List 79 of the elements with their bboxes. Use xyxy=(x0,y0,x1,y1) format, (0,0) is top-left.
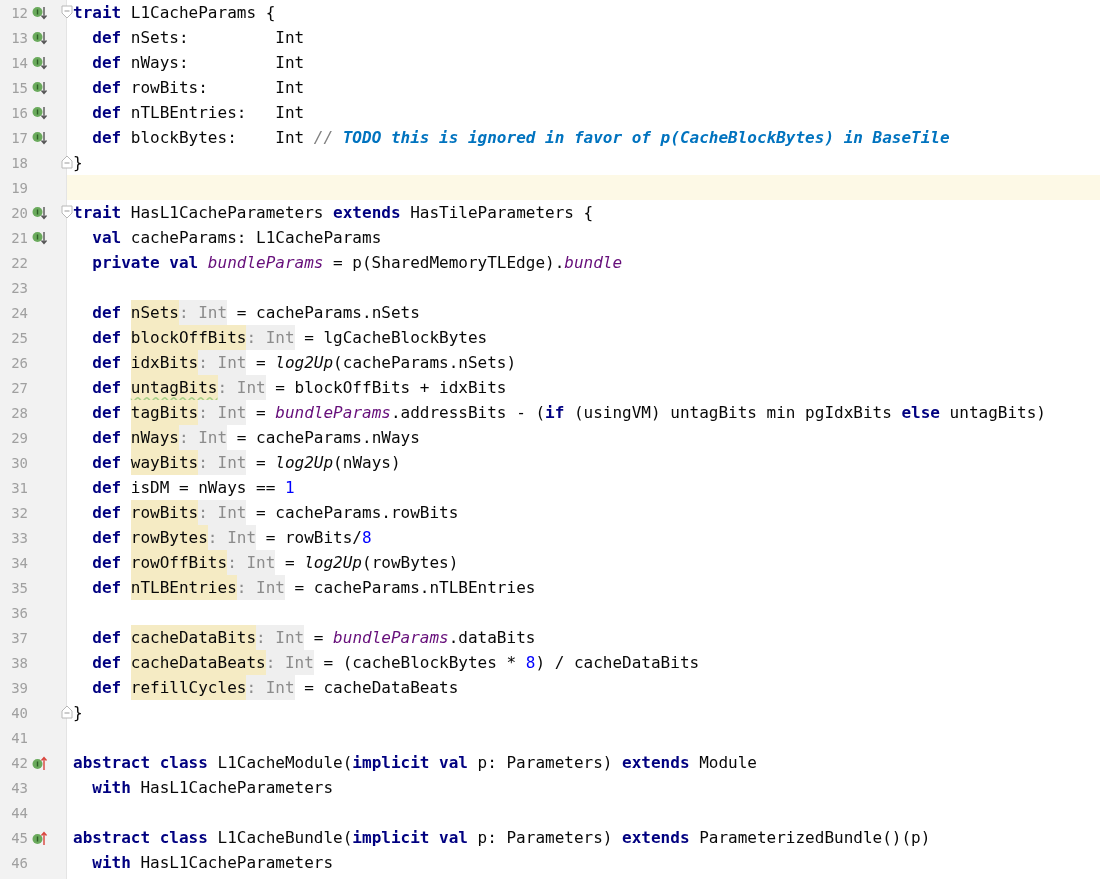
code-line: def refillCycles: Int = cacheDataBeats xyxy=(73,675,459,700)
dot-up-arrow-icon[interactable] xyxy=(32,754,48,771)
line-number: 18 xyxy=(10,154,28,171)
dot-down-arrow-icon[interactable] xyxy=(32,129,48,146)
line-number: 43 xyxy=(10,779,28,796)
line-number: 36 xyxy=(10,604,28,621)
fold-marker-icon[interactable] xyxy=(61,5,73,19)
dot-up-arrow-icon[interactable] xyxy=(32,829,48,846)
line-number: 20 xyxy=(10,204,28,221)
line-number: 38 xyxy=(10,654,28,671)
line-number: 13 xyxy=(10,29,28,46)
line-number: 44 xyxy=(10,804,28,821)
line-number: 40 xyxy=(10,704,28,721)
dot-down-arrow-icon[interactable] xyxy=(32,54,48,71)
fold-marker-icon[interactable] xyxy=(61,705,73,719)
line-number: 26 xyxy=(10,354,28,371)
line-number: 31 xyxy=(10,479,28,496)
code-line: def rowOffBits: Int = log2Up(rowBytes) xyxy=(73,550,459,575)
code-line: def nWays: Int = cacheParams.nWays xyxy=(73,425,420,450)
line-number: 29 xyxy=(10,429,28,446)
code-line: def rowBits: Int xyxy=(91,77,305,99)
code-line: val cacheParams: L1CacheParams xyxy=(91,227,382,249)
dot-down-arrow-icon[interactable] xyxy=(32,229,48,246)
line-number: 41 xyxy=(10,729,28,746)
line-number: 23 xyxy=(10,279,28,296)
dot-down-arrow-icon[interactable] xyxy=(32,204,48,221)
code-line: trait L1CacheParams { xyxy=(73,2,276,24)
code-line: } xyxy=(73,702,83,724)
fold-marker-icon[interactable] xyxy=(61,155,73,169)
line-number: 14 xyxy=(10,54,28,71)
code-line: private val bundleParams = p(SharedMemoryTLEdge).bundle xyxy=(91,252,623,274)
code-line: def nSets: Int xyxy=(91,27,305,49)
line-number: 33 xyxy=(10,529,28,546)
line-number: 12 xyxy=(10,4,28,21)
code-line: def nTLBEntries: Int xyxy=(91,102,305,124)
line-number: 22 xyxy=(10,254,28,271)
code-line: def rowBits: Int = cacheParams.rowBits xyxy=(73,500,459,525)
code-line: with HasL1CacheParameters xyxy=(91,777,334,799)
code-line: def tagBits: Int = bundleParams.addressBits - (if (usingVM) untagBits min pgIdxBits else untagBits) xyxy=(73,400,1046,425)
code-line: def blockOffBits: Int = lgCacheBlockBytes xyxy=(73,325,488,350)
line-number: 25 xyxy=(10,329,28,346)
line-number: 35 xyxy=(10,579,28,596)
code-line: def nTLBEntries: Int = cacheParams.nTLBEntries xyxy=(73,575,536,600)
line-number: 34 xyxy=(10,554,28,571)
fold-marker-icon[interactable] xyxy=(61,205,73,219)
dot-down-arrow-icon[interactable] xyxy=(32,104,48,121)
line-number: 28 xyxy=(10,404,28,421)
line-number: 46 xyxy=(10,854,28,871)
line-number: 30 xyxy=(10,454,28,471)
code-line: def nWays: Int xyxy=(91,52,305,74)
dot-down-arrow-icon[interactable] xyxy=(32,4,48,21)
line-number: 27 xyxy=(10,379,28,396)
line-number: 24 xyxy=(10,304,28,321)
line-number: 15 xyxy=(10,79,28,96)
code-line: } xyxy=(73,152,83,174)
line-number: 37 xyxy=(10,629,28,646)
dot-down-arrow-icon[interactable] xyxy=(32,29,48,46)
code-line: with HasL1CacheParameters xyxy=(91,852,334,874)
line-number: 19 xyxy=(10,179,28,196)
line-number: 21 xyxy=(10,229,28,246)
code-line: def rowBytes: Int = rowBits/8 xyxy=(73,525,372,550)
code-line: def isDM = nWays == 1 xyxy=(91,477,295,499)
line-number: 32 xyxy=(10,504,28,521)
code-line: abstract class L1CacheModule(implicit val p: Parameters) extends Module xyxy=(73,752,757,774)
code-line: def cacheDataBeats: Int = (cacheBlockBytes * 8) / cacheDataBits xyxy=(73,650,700,675)
code-line: def wayBits: Int = log2Up(nWays) xyxy=(73,450,401,475)
code-line: def cacheDataBits: Int = bundleParams.dataBits xyxy=(73,625,536,650)
code-line: def nSets: Int = cacheParams.nSets xyxy=(73,300,420,325)
line-number: 17 xyxy=(10,129,28,146)
line-number: 42 xyxy=(10,754,28,771)
code-line: def untagBits: Int = blockOffBits + idxBits xyxy=(73,375,507,400)
line-number: 45 xyxy=(10,829,28,846)
code-line: trait HasL1CacheParameters extends HasTileParameters { xyxy=(73,202,594,224)
line-number: 39 xyxy=(10,679,28,696)
code-line: abstract class L1CacheBundle(implicit val p: Parameters) extends ParameterizedBundle()(p) xyxy=(73,827,931,849)
line-number: 16 xyxy=(10,104,28,121)
dot-down-arrow-icon[interactable] xyxy=(32,79,48,96)
code-line: def blockBytes: Int // TODO this is ignored in favor of p(CacheBlockBytes) in BaseTile xyxy=(91,127,950,149)
code-line: def idxBits: Int = log2Up(cacheParams.nSets) xyxy=(73,350,517,375)
